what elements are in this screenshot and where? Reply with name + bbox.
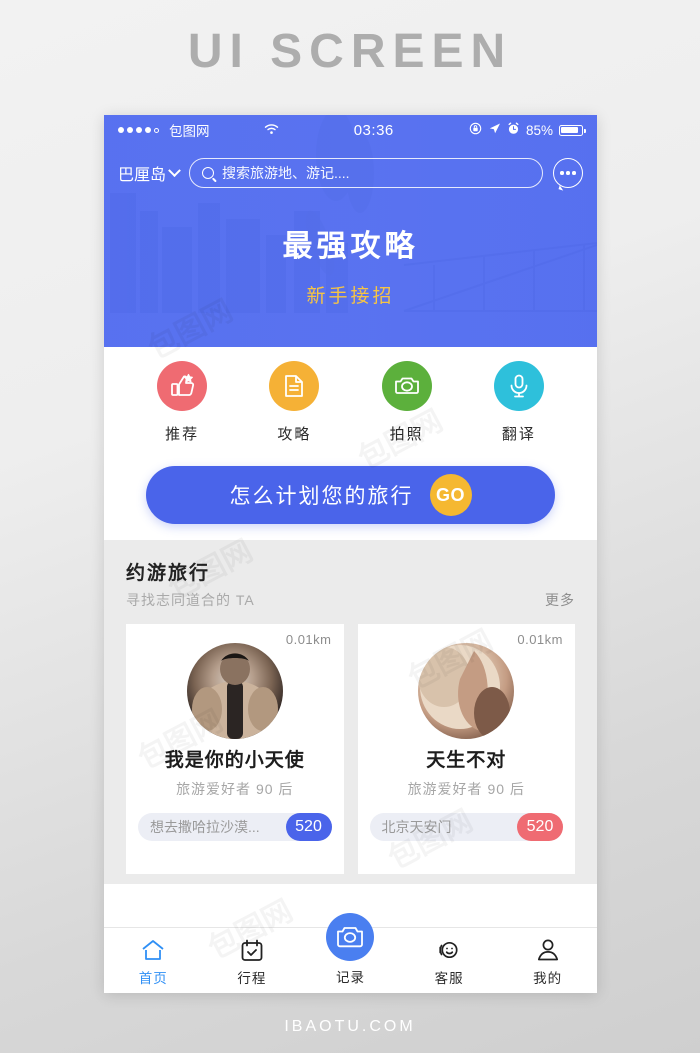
quick-actions-panel: 推荐 攻略 拍照 翻译 怎么计划您的旅行 GO xyxy=(104,347,597,540)
quick-action-guide[interactable]: 攻略 xyxy=(258,361,330,444)
person-icon xyxy=(498,937,597,963)
travel-companions-section: 约游旅行 寻找志同道合的 TA 更多 0.01km 我是你的小天使 旅游爱好者 … xyxy=(104,540,597,884)
document-icon xyxy=(269,361,320,411)
wifi-icon xyxy=(264,122,279,138)
cta-label: 怎么计划您的旅行 xyxy=(229,485,414,508)
search-icon xyxy=(202,167,215,179)
tab-profile[interactable]: 我的 xyxy=(498,937,597,987)
page-footer: IBAOTU.COM xyxy=(284,1018,416,1035)
status-badge[interactable]: 520 xyxy=(285,813,332,841)
battery-percent-label: 85% xyxy=(525,122,554,138)
quick-action-label: 推荐 xyxy=(165,426,200,443)
microphone-icon xyxy=(493,361,544,411)
avatar xyxy=(418,643,515,739)
carrier-label: 包图网 xyxy=(169,124,210,139)
tab-label: 我的 xyxy=(533,971,563,986)
thumbs-up-star-icon xyxy=(157,361,208,411)
phone-mockup: 包图网 03:36 85% 巴厘岛 搜索旅游地、游记.... 最强攻略 新手接招… xyxy=(104,115,597,993)
avatar-photo xyxy=(418,645,511,739)
section-header: 约游旅行 寻找志同道合的 TA 更多 xyxy=(126,558,575,610)
companion-name: 我是你的小天使 xyxy=(164,750,305,771)
rotation-lock-icon xyxy=(469,122,482,138)
go-button[interactable]: GO xyxy=(429,474,472,516)
avatar xyxy=(186,643,283,739)
more-options-button[interactable] xyxy=(553,158,583,188)
signal-dots-icon xyxy=(118,127,159,133)
alarm-clock-icon xyxy=(507,122,520,138)
companion-card[interactable]: 0.01km 天生不对 旅游爱好者 90 后 北京天安门 520 xyxy=(357,624,575,874)
section-subtitle: 寻找志同道合的 TA xyxy=(126,592,255,608)
quick-action-translate[interactable]: 翻译 xyxy=(483,361,555,444)
quick-action-label: 拍照 xyxy=(389,426,424,443)
search-input[interactable]: 搜索旅游地、游记.... xyxy=(189,158,543,188)
quick-action-photo[interactable]: 拍照 xyxy=(371,361,443,444)
quick-action-label: 翻译 xyxy=(501,426,536,443)
tab-label: 客服 xyxy=(434,971,464,986)
hero-subtitle: 新手接招 xyxy=(306,286,395,307)
camera-icon xyxy=(381,361,432,411)
location-arrow-icon xyxy=(488,122,501,138)
companion-status-row: 想去撒哈拉沙漠... 520 xyxy=(138,813,332,841)
chevron-down-icon xyxy=(168,163,181,177)
tab-label: 首页 xyxy=(138,971,168,986)
status-bar: 包图网 03:36 85% xyxy=(104,115,597,145)
battery-icon xyxy=(559,124,586,136)
quick-actions-row: 推荐 攻略 拍照 翻译 xyxy=(104,361,597,444)
status-badge[interactable]: 520 xyxy=(517,813,563,841)
quick-action-recommend[interactable]: 推荐 xyxy=(146,361,218,444)
city-selector[interactable]: 巴厘岛 xyxy=(118,161,181,185)
hero-title: 最强攻略 xyxy=(282,230,419,263)
companion-name: 天生不对 xyxy=(426,750,507,771)
home-icon xyxy=(104,937,203,963)
companion-card-list: 0.01km 我是你的小天使 旅游爱好者 90 后 想去撒哈拉沙漠... 520… xyxy=(126,624,575,874)
hero-banner: 包图网 03:36 85% 巴厘岛 搜索旅游地、游记.... 最强攻略 新手接招 xyxy=(104,115,597,347)
calendar-check-icon xyxy=(203,937,302,963)
companion-status-row: 北京天安门 520 xyxy=(369,813,563,841)
plan-trip-cta-button[interactable]: 怎么计划您的旅行 GO xyxy=(146,466,555,524)
page-title: UI SCREEN xyxy=(187,25,513,78)
search-placeholder: 搜索旅游地、游记.... xyxy=(222,165,350,181)
avatar-photo xyxy=(191,653,278,739)
companion-desc: 旅游爱好者 90 后 xyxy=(407,781,525,797)
city-label: 巴厘岛 xyxy=(118,167,167,184)
tab-label: 行程 xyxy=(237,971,267,986)
companion-card[interactable]: 0.01km 我是你的小天使 旅游爱好者 90 后 想去撒哈拉沙漠... 520 xyxy=(126,624,344,874)
tab-itinerary[interactable]: 行程 xyxy=(203,937,302,987)
companion-desc: 旅游爱好者 90 后 xyxy=(176,781,294,797)
section-title: 约游旅行 xyxy=(126,563,211,584)
clock-label: 03:36 xyxy=(353,121,394,139)
tab-home[interactable]: 首页 xyxy=(104,937,203,987)
section-more-link[interactable]: 更多 xyxy=(545,590,575,610)
headset-support-icon xyxy=(400,937,499,963)
tab-support[interactable]: 客服 xyxy=(400,937,499,987)
search-row: 巴厘岛 搜索旅游地、游记.... xyxy=(104,151,597,195)
quick-action-label: 攻略 xyxy=(277,426,312,443)
record-fab-button[interactable] xyxy=(326,913,375,961)
camera-icon xyxy=(337,927,364,948)
bottom-tab-bar: 首页 行程 记录 客服 我的 xyxy=(104,913,597,993)
tab-label: 记录 xyxy=(335,970,365,985)
